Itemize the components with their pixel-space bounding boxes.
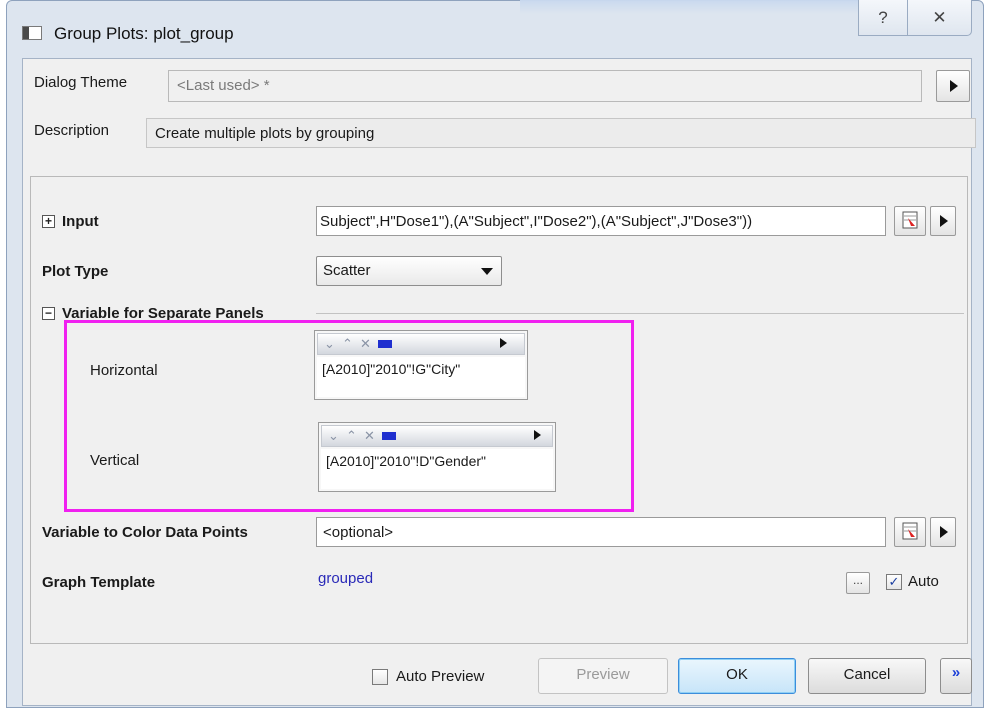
description-label: Description (34, 122, 110, 139)
play-right-icon (940, 526, 948, 538)
dialog-theme-field[interactable]: <Last used> * (168, 70, 922, 102)
select-range-icon (902, 211, 918, 229)
plot-type-label: Plot Type (42, 263, 109, 280)
move-up-icon[interactable]: ⌃ (342, 336, 353, 352)
close-icon: ✕ (932, 7, 947, 27)
input-label: Input (62, 213, 99, 230)
color-points-label: Variable to Color Data Points (42, 524, 248, 541)
close-button[interactable]: ✕ (908, 0, 972, 36)
checkmark-icon: ✓ (888, 574, 900, 589)
auto-preview-label: Auto Preview (396, 668, 485, 685)
move-down-icon[interactable]: ⌄ (324, 336, 335, 352)
column-color-icon[interactable] (382, 432, 396, 440)
expand-input-icon[interactable]: + (42, 215, 55, 228)
vertical-variable-field[interactable]: [A2010]"2010"!D"Gender" (321, 449, 553, 489)
theme-menu-button[interactable] (936, 70, 970, 102)
input-menu-button[interactable] (930, 206, 956, 236)
play-right-icon[interactable] (500, 338, 507, 348)
horizontal-label: Horizontal (90, 362, 158, 379)
chevron-down-icon (481, 268, 493, 275)
app-icon (22, 26, 42, 40)
picker-toolbar: ⌄ ⌃ ✕ (321, 425, 553, 447)
play-right-icon (950, 80, 958, 92)
help-button[interactable]: ? (858, 0, 908, 36)
color-points-select-button[interactable] (894, 517, 926, 547)
browse-template-button[interactable]: ... (846, 572, 870, 594)
horizontal-column-picker[interactable]: ⌄ ⌃ ✕ [A2010]"2010"!G"City" (314, 330, 528, 400)
titlebar-glow (520, 0, 860, 14)
section-divider (316, 313, 964, 314)
color-points-field[interactable]: <optional> (316, 517, 886, 547)
description-field: Create multiple plots by grouping (146, 118, 976, 148)
column-color-icon[interactable] (378, 340, 392, 348)
select-range-icon (902, 522, 918, 540)
ellipsis-icon: ... (852, 573, 863, 587)
vertical-label: Vertical (90, 452, 140, 469)
graph-template-link[interactable]: grouped (318, 570, 373, 587)
remove-icon[interactable]: ✕ (360, 336, 371, 352)
double-chevron-right-icon: » (951, 664, 961, 681)
remove-icon[interactable]: ✕ (364, 428, 375, 444)
help-icon: ? (878, 7, 888, 27)
window-title: Group Plots: plot_group (54, 24, 234, 43)
input-select-button[interactable] (894, 206, 926, 236)
more-options-button[interactable]: » (940, 658, 972, 694)
ok-button[interactable]: OK (678, 658, 796, 694)
move-down-icon[interactable]: ⌄ (328, 428, 339, 444)
play-right-icon[interactable] (534, 430, 541, 440)
dialog-theme-label: Dialog Theme (34, 74, 128, 91)
auto-checkbox[interactable]: ✓ (886, 574, 902, 590)
auto-label: Auto (908, 573, 939, 590)
horizontal-variable-field[interactable]: [A2010]"2010"!G"City" (317, 357, 525, 397)
play-right-icon (940, 215, 948, 227)
preview-button[interactable]: Preview (538, 658, 668, 694)
plot-type-dropdown[interactable]: Scatter (316, 256, 502, 286)
auto-preview-checkbox[interactable] (372, 669, 388, 685)
move-up-icon[interactable]: ⌃ (346, 428, 357, 444)
input-field[interactable]: Subject",H"Dose1"),(A"Subject",I"Dose2")… (316, 206, 886, 236)
graph-template-label: Graph Template (42, 574, 156, 591)
cancel-button[interactable]: Cancel (808, 658, 926, 694)
picker-toolbar: ⌄ ⌃ ✕ (317, 333, 525, 355)
vertical-column-picker[interactable]: ⌄ ⌃ ✕ [A2010]"2010"!D"Gender" (318, 422, 556, 492)
collapse-panels-icon[interactable]: − (42, 307, 55, 320)
color-points-menu-button[interactable] (930, 517, 956, 547)
plot-type-value: Scatter (323, 262, 371, 279)
